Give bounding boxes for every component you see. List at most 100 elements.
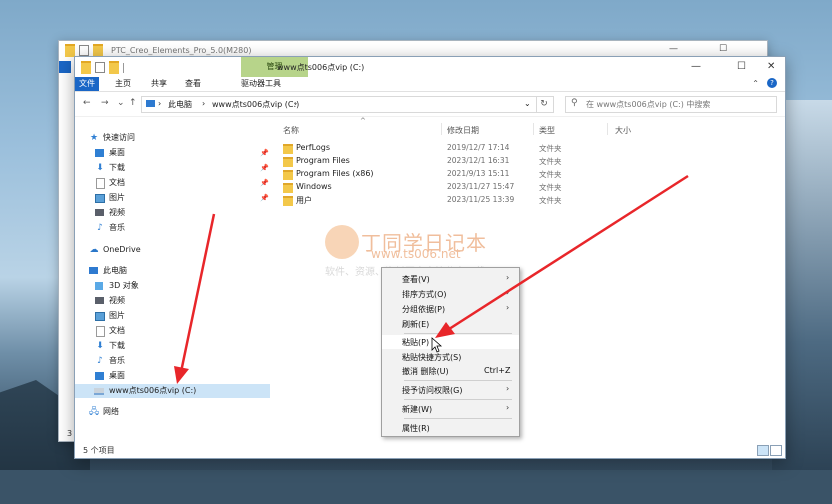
nav-item-pc-downloads[interactable]: ⬇ 下载 bbox=[75, 339, 270, 353]
maximize-button[interactable]: ☐ bbox=[737, 61, 746, 72]
refresh-button[interactable]: ↻ bbox=[535, 96, 554, 113]
menu-item-paste[interactable]: 粘贴(P) bbox=[382, 335, 519, 349]
file-row[interactable]: PerfLogs 2019/12/7 17:14 文件夹 bbox=[275, 142, 605, 155]
search-input[interactable]: ⚲ 在 www点ts006点vip (C:) 中搜索 bbox=[565, 96, 777, 113]
back-icon[interactable]: ← bbox=[83, 98, 91, 108]
nav-item-documents[interactable]: 文档 📌 bbox=[75, 176, 270, 190]
properties-quick-icon[interactable] bbox=[95, 62, 105, 73]
nav-item-pc-desktop[interactable]: 桌面 bbox=[75, 369, 270, 383]
minimize-icon[interactable]: — bbox=[669, 44, 678, 54]
tab-home[interactable]: 主页 bbox=[109, 77, 137, 91]
menu-separator bbox=[404, 399, 512, 400]
nav-item-pc-documents[interactable]: 文档 bbox=[75, 324, 270, 338]
navigation-bar: ← → ⌄ ↑ › 此电脑 › www点ts006点vip (C:) › ⌄ ↻… bbox=[75, 92, 785, 117]
picture-icon bbox=[95, 312, 105, 321]
tab-view[interactable]: 查看 bbox=[179, 77, 207, 91]
menu-label: 排序方式(O) bbox=[402, 290, 447, 299]
tab-file[interactable]: 文件 bbox=[75, 77, 99, 91]
up-icon[interactable]: ↑ bbox=[129, 98, 137, 108]
sort-indicator-icon: ^ bbox=[360, 117, 366, 125]
menu-item-group[interactable]: 分组依据(P) › bbox=[382, 302, 519, 316]
nav-item-videos[interactable]: 视频 bbox=[75, 206, 270, 220]
column-header-name[interactable]: 名称 bbox=[283, 125, 299, 136]
address-bar[interactable]: › 此电脑 › www点ts006点vip (C:) › ⌄ bbox=[141, 96, 537, 113]
tab-drive-tools[interactable]: 驱动器工具 bbox=[235, 77, 287, 91]
menu-item-view[interactable]: 查看(V) › bbox=[382, 272, 519, 286]
file-row[interactable]: Program Files (x86) 2021/9/13 15:11 文件夹 bbox=[275, 168, 605, 181]
menu-item-paste-shortcut[interactable]: 粘贴快捷方式(S) bbox=[382, 350, 519, 364]
nav-item-pictures[interactable]: 图片 📌 bbox=[75, 191, 270, 205]
window-title: www点ts006点vip (C:) bbox=[277, 63, 365, 72]
details-view-icon[interactable] bbox=[757, 445, 769, 456]
recent-locations-icon[interactable]: ⌄ bbox=[117, 98, 125, 108]
nav-item-music[interactable]: ♪ 音乐 bbox=[75, 221, 270, 235]
cube-icon bbox=[95, 282, 103, 290]
column-header-date[interactable]: 修改日期 bbox=[447, 125, 479, 136]
menu-item-refresh[interactable]: 刷新(E) bbox=[382, 317, 519, 331]
submenu-arrow-icon: › bbox=[506, 403, 510, 412]
nav-item-drive-c[interactable]: www点ts006点vip (C:) bbox=[75, 384, 270, 398]
background-file-tab[interactable] bbox=[59, 61, 71, 73]
search-placeholder: 在 www点ts006点vip (C:) 中搜索 bbox=[586, 100, 711, 109]
maximize-icon[interactable]: ☐ bbox=[719, 44, 727, 54]
file-name: Program Files (x86) bbox=[296, 169, 374, 178]
nav-item-downloads[interactable]: ⬇ 下载 📌 bbox=[75, 161, 270, 175]
menu-item-sort[interactable]: 排序方式(O) › bbox=[382, 287, 519, 301]
file-name: 用户 bbox=[296, 196, 312, 205]
file-type: 文件夹 bbox=[539, 183, 562, 192]
file-row[interactable]: Program Files 2023/12/1 16:31 文件夹 bbox=[275, 155, 605, 168]
menu-item-give-access[interactable]: 授予访问权限(G) › bbox=[382, 383, 519, 397]
forward-icon[interactable]: → bbox=[101, 98, 109, 108]
nav-label: 音乐 bbox=[109, 356, 125, 365]
computer-icon bbox=[146, 100, 155, 107]
pin-icon: 📌 bbox=[260, 179, 269, 187]
context-menu: 查看(V) › 排序方式(O) › 分组依据(P) › 刷新(E) 粘贴(P) … bbox=[381, 267, 520, 437]
folder-icon bbox=[283, 157, 293, 167]
nav-network[interactable]: 🖧 网络 bbox=[75, 405, 270, 419]
nav-label: 文档 bbox=[109, 326, 125, 335]
navigation-pane: ★ 快速访问 桌面 📌 ⬇ 下载 📌 文档 📌 图片 📌 视频 ♪ 音乐 ☁ O… bbox=[75, 117, 270, 437]
nav-item-pc-videos[interactable]: 视频 bbox=[75, 294, 270, 308]
nav-item-pc-pictures[interactable]: 图片 bbox=[75, 309, 270, 323]
large-icons-view-icon[interactable] bbox=[770, 445, 782, 456]
help-icon[interactable]: ? bbox=[767, 78, 777, 88]
nav-item-3d-objects[interactable]: 3D 对象 bbox=[75, 279, 270, 293]
file-row[interactable]: 用户 2023/11/25 13:39 文件夹 bbox=[275, 194, 605, 207]
nav-this-pc[interactable]: 此电脑 bbox=[75, 264, 270, 278]
ribbon-collapse-icon[interactable]: ⌃ bbox=[752, 79, 759, 88]
nav-item-desktop[interactable]: 桌面 📌 bbox=[75, 146, 270, 160]
column-divider[interactable] bbox=[441, 123, 442, 135]
new-folder-quick-icon[interactable] bbox=[109, 61, 119, 74]
menu-label: 撤消 删除(U) bbox=[402, 367, 449, 376]
crumb-this-pc[interactable]: 此电脑 bbox=[168, 99, 192, 110]
nav-label: 此电脑 bbox=[103, 266, 127, 275]
nav-label: 文档 bbox=[109, 178, 125, 187]
folder-icon bbox=[81, 61, 91, 74]
minimize-button[interactable]: — bbox=[691, 61, 701, 72]
address-dropdown-icon[interactable]: ⌄ bbox=[524, 99, 531, 108]
file-name: PerfLogs bbox=[296, 143, 331, 152]
close-button[interactable]: ✕ bbox=[767, 61, 775, 72]
crumb-drive[interactable]: www点ts006点vip (C:) bbox=[212, 99, 299, 110]
column-divider[interactable] bbox=[607, 123, 608, 135]
drive-icon bbox=[94, 388, 104, 395]
submenu-arrow-icon: › bbox=[506, 288, 510, 297]
computer-icon bbox=[89, 267, 98, 274]
file-type: 文件夹 bbox=[539, 157, 562, 166]
music-icon: ♪ bbox=[97, 223, 103, 233]
nav-item-pc-music[interactable]: ♪ 音乐 bbox=[75, 354, 270, 368]
nav-onedrive[interactable]: ☁ OneDrive bbox=[75, 243, 270, 257]
menu-item-undo-delete[interactable]: 撤消 删除(U) Ctrl+Z bbox=[382, 364, 519, 378]
background-window-title: PTC_Creo_Elements_Pro_5.0(M280) bbox=[111, 45, 252, 55]
file-date: 2023/11/27 15:47 bbox=[447, 182, 515, 191]
column-divider[interactable] bbox=[533, 123, 534, 135]
file-row[interactable]: Windows 2023/11/27 15:47 文件夹 bbox=[275, 181, 605, 194]
column-header-type[interactable]: 类型 bbox=[539, 125, 555, 136]
column-header-size[interactable]: 大小 bbox=[615, 125, 631, 136]
nav-quick-access[interactable]: ★ 快速访问 bbox=[75, 131, 270, 145]
tab-share[interactable]: 共享 bbox=[145, 77, 173, 91]
file-type: 文件夹 bbox=[539, 144, 562, 153]
menu-item-new[interactable]: 新建(W) › bbox=[382, 402, 519, 416]
nav-label: 快速访问 bbox=[103, 133, 135, 142]
menu-item-properties[interactable]: 属性(R) bbox=[382, 421, 519, 435]
